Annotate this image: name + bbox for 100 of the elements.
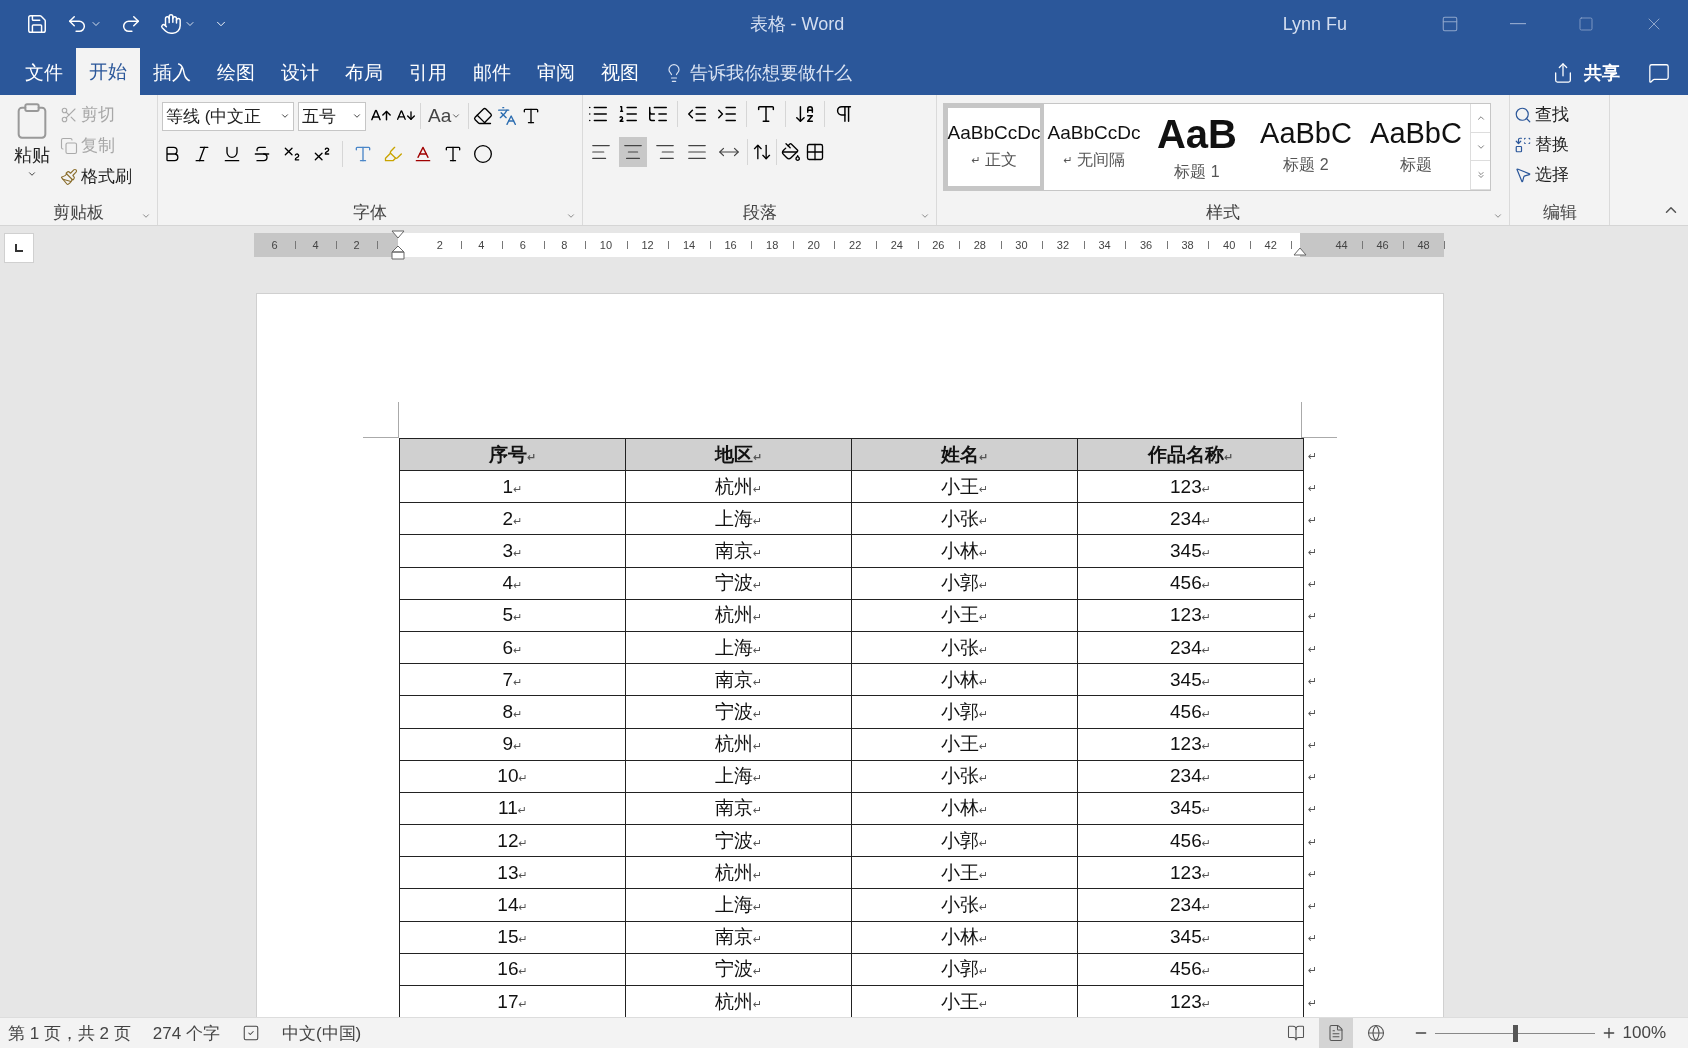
- style-item[interactable]: AaBbCcDc ↵ 正文: [944, 104, 1044, 190]
- save-icon[interactable]: [26, 13, 48, 35]
- table-cell: 小郭↵: [851, 953, 1078, 986]
- hand-icon[interactable]: [160, 13, 182, 35]
- table-cell: 10↵: [399, 760, 626, 793]
- row-end-mark: ↵: [1303, 856, 1324, 889]
- ribbon-tab[interactable]: 审阅: [524, 51, 588, 95]
- ribbon-tab[interactable]: 邮件: [460, 51, 524, 95]
- font-color-icon[interactable]: [413, 144, 433, 164]
- group-label: 样式: [1206, 201, 1240, 224]
- row-end-mark: ↵: [1303, 760, 1324, 793]
- eraser-icon[interactable]: [473, 106, 494, 126]
- strikethrough-icon[interactable]: [252, 144, 272, 164]
- subscript-icon[interactable]: [282, 144, 302, 164]
- painter-button[interactable]: 格式刷: [60, 163, 132, 190]
- ribbon-tab[interactable]: 布局: [332, 51, 396, 95]
- sort-icon[interactable]: [794, 103, 816, 125]
- table-cell: 上海↵: [625, 760, 852, 793]
- minimize-icon: [1510, 23, 1526, 25]
- select-button[interactable]: 选择: [1514, 161, 1569, 188]
- button-label: 剪切: [81, 104, 115, 126]
- table-cell: 小王↵: [851, 728, 1078, 761]
- style-item[interactable]: AaBbC 标题: [1362, 104, 1470, 190]
- style-name: 标题 1: [1174, 161, 1220, 182]
- button-label: 选择: [1535, 164, 1569, 186]
- numbering-icon[interactable]: [617, 103, 639, 125]
- row-end-mark: ↵: [1303, 470, 1324, 503]
- style-name: 无间隔: [1076, 149, 1125, 170]
- table-cell: 3↵: [399, 534, 626, 568]
- paste-button[interactable]: 粘贴: [4, 101, 60, 199]
- table-cell: 小张↵: [851, 631, 1078, 664]
- right-indent-icon[interactable]: [1293, 247, 1307, 257]
- zoom-thumb[interactable]: [1512, 1024, 1518, 1042]
- table-cell: 南京↵: [625, 534, 852, 568]
- align-center-icon[interactable]: [619, 137, 647, 167]
- print-layout-icon[interactable]: [1318, 1017, 1353, 1048]
- user-name[interactable]: Lynn Fu: [1282, 13, 1416, 35]
- field-value: 五号: [302, 105, 336, 128]
- shading-icon[interactable]: [781, 142, 801, 162]
- table-cell: 南京↵: [625, 663, 852, 696]
- ruler-number: 4: [295, 233, 336, 257]
- ribbon-tab[interactable]: 插入: [140, 51, 204, 95]
- ribbon-tab[interactable]: 视图: [588, 51, 652, 95]
- row-end-mark: ↵: [1303, 599, 1324, 632]
- change-case-button[interactable]: Aa: [425, 101, 465, 131]
- table-cell: 345↵: [1077, 792, 1304, 825]
- ribbon-tab[interactable]: 文件: [12, 51, 76, 95]
- tab-selector-icon[interactable]: [4, 233, 34, 263]
- row-end-mark: ↵: [1303, 888, 1324, 922]
- replace-button[interactable]: 替换: [1514, 131, 1569, 158]
- table-cell: 小林↵: [851, 534, 1078, 568]
- style-item[interactable]: AaBbC 标题 2: [1250, 104, 1362, 190]
- tell-me-field[interactable]: 告诉我你想要做什么: [664, 51, 852, 95]
- ruler-number: 2: [419, 233, 461, 257]
- ruler-number: 44: [1321, 233, 1362, 257]
- table-cell: 11↵: [399, 792, 626, 825]
- underline-icon[interactable]: [222, 144, 242, 164]
- proofing-icon[interactable]: [241, 1024, 260, 1042]
- button-label: 复制: [81, 135, 115, 157]
- ribbon-tab[interactable]: 绘图: [204, 51, 268, 95]
- table-cell: 小张↵: [851, 760, 1078, 793]
- table-cell: 4↵: [399, 567, 626, 600]
- table-cell: 14↵: [399, 888, 626, 922]
- ruler-number: 46: [1362, 233, 1403, 257]
- ruler-number: 32: [1042, 233, 1084, 257]
- table-cell: 南京↵: [625, 921, 852, 954]
- table-cell: 上海↵: [625, 502, 852, 535]
- table-cell: 小张↵: [851, 502, 1078, 535]
- row-end-mark: ↵: [1303, 985, 1324, 1017]
- button-label: 替换: [1535, 134, 1569, 156]
- font-size-field[interactable]: 五号: [298, 101, 366, 131]
- word-count[interactable]: 274 个字: [152, 1021, 220, 1045]
- undo-icon[interactable]: [66, 13, 88, 35]
- ruler-number: 24: [876, 233, 918, 257]
- redo-icon[interactable]: [120, 13, 142, 35]
- table-cell: 宁波↵: [625, 953, 852, 986]
- style-item[interactable]: AaB 标题 1: [1144, 104, 1250, 190]
- ruler-number: 38: [1166, 233, 1209, 257]
- paragraph-mark: ↵: [1063, 153, 1073, 167]
- search-icon: [1514, 105, 1532, 124]
- table-cell: 12↵: [399, 824, 626, 857]
- ruler-number: 4: [460, 233, 503, 257]
- find-button[interactable]: 查找: [1514, 101, 1569, 128]
- share-button[interactable]: 共享: [1552, 51, 1648, 95]
- ruler-number: 14: [668, 233, 710, 257]
- table-cell: 345↵: [1077, 921, 1304, 954]
- zoom-level[interactable]: 100%: [1622, 1023, 1666, 1043]
- page-count[interactable]: 第 1 页，共 2 页: [8, 1021, 131, 1045]
- style-item[interactable]: AaBbCcDc ↵ 无间隔: [1044, 104, 1144, 190]
- font-name-field[interactable]: 等线 (中文正: [162, 101, 294, 131]
- line-spacing-icon[interactable]: [752, 142, 772, 162]
- row-end-mark: ↵: [1303, 567, 1324, 600]
- ribbon-tab[interactable]: 开始: [76, 48, 140, 95]
- indent-marker-icon[interactable]: [391, 230, 405, 260]
- ribbon-tab[interactable]: 设计: [268, 51, 332, 95]
- language-indicator[interactable]: 中文(中国): [281, 1021, 362, 1045]
- borders-icon[interactable]: [805, 142, 825, 162]
- ruler-number: 40: [1208, 233, 1250, 257]
- table-cell: 小王↵: [851, 599, 1078, 632]
- ribbon-tab[interactable]: 引用: [396, 51, 460, 95]
